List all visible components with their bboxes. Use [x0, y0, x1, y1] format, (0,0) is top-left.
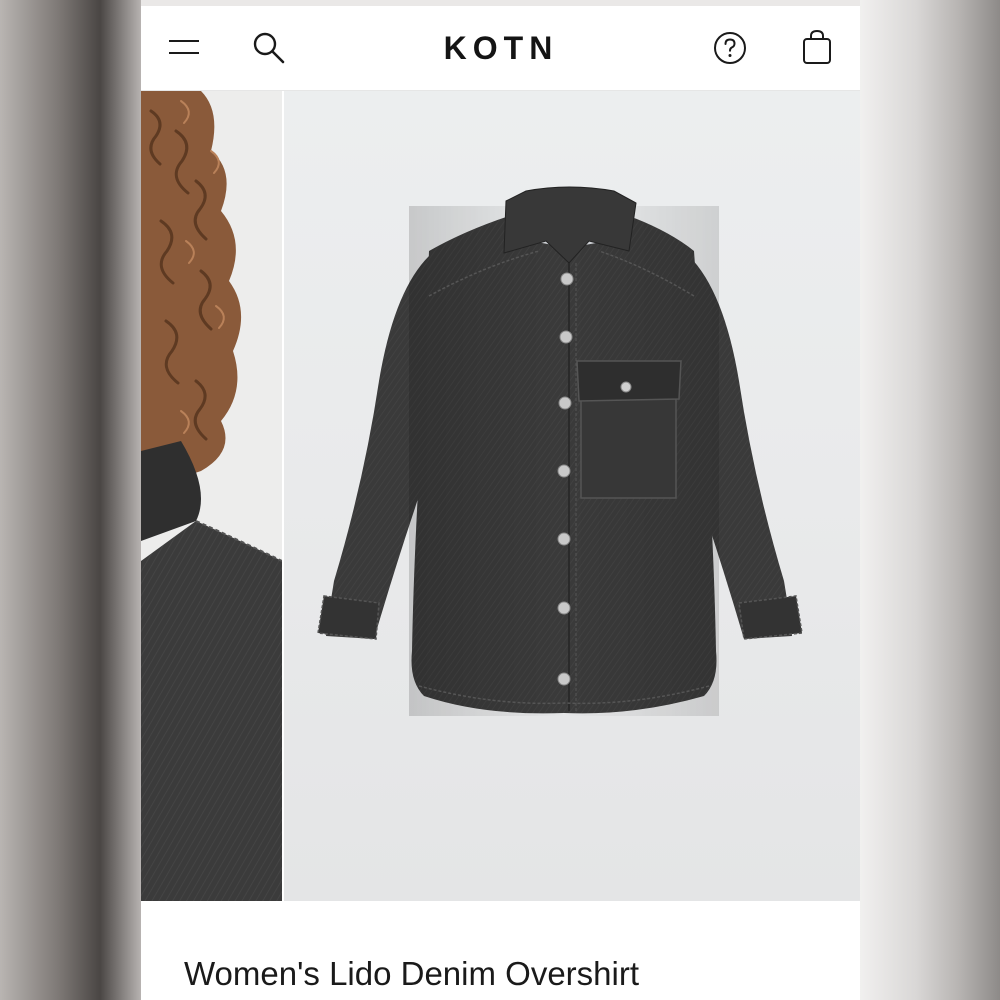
bag-icon[interactable]	[802, 28, 832, 66]
site-header: KOTN	[141, 6, 860, 91]
menu-icon[interactable]	[169, 37, 199, 59]
denim-overshirt-graphic	[317, 186, 803, 716]
help-icon[interactable]	[713, 31, 747, 65]
model-closeup-graphic	[141, 91, 282, 901]
search-icon[interactable]	[251, 30, 287, 66]
backdrop-blur-right	[860, 0, 1000, 1000]
product-gallery	[141, 91, 860, 901]
product-image-detail[interactable]	[141, 91, 282, 901]
brand-logo[interactable]: KOTN	[381, 28, 621, 68]
product-title: Women's Lido Denim Overshirt	[184, 955, 640, 992]
product-image-main[interactable]	[284, 91, 860, 901]
mobile-page: KOTN Women's Lido Denim Overshirt	[141, 6, 860, 1000]
